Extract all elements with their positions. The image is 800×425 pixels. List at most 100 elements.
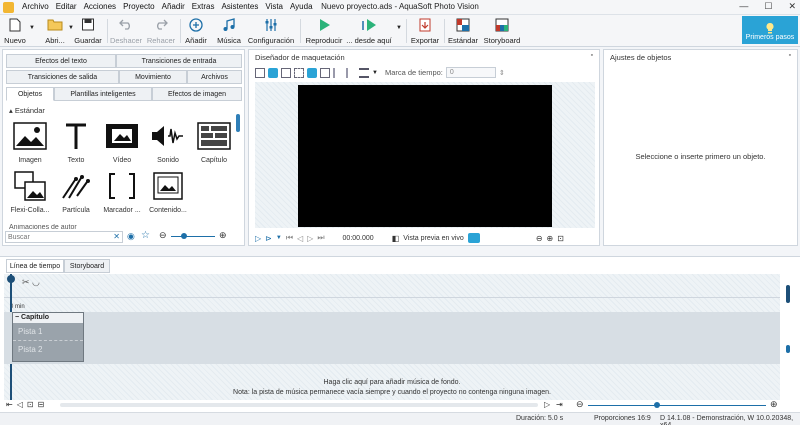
step-back-icon[interactable]: ◁ — [297, 234, 303, 243]
clear-search-icon[interactable]: ✕ — [113, 232, 120, 241]
size-slider[interactable] — [171, 236, 215, 237]
menu-extras[interactable]: Extras — [192, 2, 215, 11]
minimize-button[interactable]: — — [739, 1, 748, 12]
section-standard[interactable]: ▴ Estándar — [9, 106, 45, 115]
timeline-horizontal-scrollbar[interactable] — [60, 403, 538, 407]
timestamp-input[interactable]: 0 — [445, 67, 496, 78]
redo-button[interactable]: Rehacer — [146, 17, 176, 45]
fit-view-icon[interactable]: ⊡ — [557, 234, 564, 243]
panel-expand-icon[interactable]: ▫ — [591, 52, 593, 59]
play-dropdown-icon[interactable]: ▼ — [276, 235, 282, 241]
new-button[interactable]: Nuevo — [4, 17, 26, 45]
menu-proyecto[interactable]: Proyecto — [123, 2, 155, 11]
playhead-handle[interactable] — [7, 275, 15, 283]
tab-image-effects[interactable]: Efectos de imagen — [152, 87, 242, 101]
object-sound[interactable]: Sonido — [145, 119, 191, 169]
zoom-in-icon[interactable]: ⊕ — [547, 234, 554, 243]
settings-button[interactable]: Configuración — [246, 17, 296, 45]
zoom-in-icon[interactable]: ⊕ — [219, 230, 227, 241]
list-icon[interactable] — [359, 67, 369, 78]
crop-icon[interactable] — [255, 67, 265, 78]
play-from-here-icon[interactable]: ⊳ — [265, 234, 272, 243]
track-2[interactable]: Pista 2 — [13, 341, 83, 359]
step-forward-icon[interactable]: ▷ — [544, 400, 550, 409]
safe-area-icon[interactable] — [320, 67, 330, 78]
tab-objects[interactable]: Objetos — [6, 87, 54, 101]
object-flexi-collage[interactable]: Flexi-Colla... — [7, 169, 53, 219]
maximize-button[interactable]: ☐ — [764, 1, 772, 12]
step-back-icon[interactable]: ◁ — [17, 400, 23, 409]
object-image[interactable]: Imagen — [7, 119, 53, 169]
menu-editar[interactable]: Editar — [56, 2, 77, 11]
close-button[interactable]: ✕ — [788, 1, 796, 12]
snap-icon[interactable] — [307, 67, 317, 78]
list-dropdown-icon[interactable]: ▼ — [372, 70, 378, 76]
tab-text-effects[interactable]: Efectos del texto — [6, 54, 116, 68]
menu-acciones[interactable]: Acciones — [84, 2, 116, 11]
track-1[interactable]: Pista 1 — [13, 323, 83, 341]
object-particle[interactable]: Partícula — [53, 169, 99, 219]
tab-storyboard[interactable]: Storyboard — [64, 259, 110, 273]
preview-screen[interactable] — [298, 85, 552, 227]
zoom-out-icon[interactable]: ⊖ — [159, 230, 167, 241]
zoom-out-icon[interactable]: ⊖ — [536, 234, 543, 243]
live-preview-toggle[interactable] — [467, 233, 480, 243]
music-button[interactable]: Música — [216, 17, 242, 45]
object-content[interactable]: Contenido... — [145, 169, 191, 219]
zoom-in-icon[interactable]: ⊕ — [770, 399, 778, 410]
skip-start-icon[interactable]: ⏮ — [286, 233, 293, 243]
object-video[interactable]: Vídeo — [99, 119, 145, 169]
size-slider-thumb[interactable] — [181, 233, 187, 239]
tab-exit-transitions[interactable]: Transiciones de salida — [6, 70, 119, 84]
getting-started-button[interactable]: Primeros pasos — [742, 16, 798, 44]
skip-end-icon[interactable]: ⏭ — [317, 233, 324, 243]
play-from-here-button[interactable]: ... desde aquí — [346, 17, 392, 45]
object-text[interactable]: Texto — [53, 119, 99, 169]
export-button[interactable]: Exportar — [410, 17, 440, 45]
timeline-zoom-thumb[interactable] — [654, 402, 660, 408]
open-button[interactable]: Abri... — [42, 17, 68, 45]
storyboard-view-button[interactable]: Storyboard — [482, 17, 522, 45]
scissors-icon[interactable]: ✂ ◡ — [22, 277, 40, 288]
timeline-zoom-slider[interactable] — [588, 405, 766, 406]
menu-ayuda[interactable]: Ayuda — [290, 2, 313, 11]
grid-icon[interactable] — [294, 67, 304, 78]
skip-start-icon[interactable]: ⇤ — [6, 400, 13, 409]
align-left-icon[interactable] — [333, 67, 343, 78]
zoom-out-icon[interactable]: ⊖ — [576, 399, 584, 410]
play-button[interactable]: Reproducir — [305, 17, 343, 45]
tab-entry-transitions[interactable]: Transiciones de entrada — [116, 54, 242, 68]
play-icon[interactable]: ▷ — [255, 234, 261, 243]
tab-timeline[interactable]: Línea de tiempo — [6, 259, 64, 273]
align-right-icon[interactable] — [346, 67, 356, 78]
frame-icon[interactable] — [281, 67, 291, 78]
step-forward-icon[interactable]: ▷ — [307, 234, 313, 243]
undo-button[interactable]: Deshacer — [110, 17, 142, 45]
star-icon[interactable]: ☆ — [141, 230, 150, 241]
add-button[interactable]: Añadir — [183, 17, 209, 45]
menu-anadir[interactable]: Añadir — [162, 2, 185, 11]
tab-smart-templates[interactable]: Plantillas inteligentes — [54, 87, 152, 101]
menu-asistentes[interactable]: Asistentes — [221, 2, 258, 11]
menu-vista[interactable]: Vista — [265, 2, 283, 11]
timestamp-stepper-icon[interactable]: ⇕ — [499, 69, 505, 77]
timeline-area[interactable]: ✂ ◡ 0 min − Capítulo Pista 1 Pista 2 Hag… — [4, 274, 780, 400]
track-height-slider[interactable] — [786, 345, 790, 353]
standard-view-button[interactable]: Estándar — [448, 17, 478, 45]
chapter-block[interactable]: − Capítulo Pista 1 Pista 2 — [12, 312, 84, 362]
select-tool-icon[interactable] — [268, 67, 278, 78]
menu-archivo[interactable]: Archivo — [22, 2, 49, 11]
section-author-animations[interactable]: Animaciones de autor — [9, 224, 77, 229]
new-dropdown-icon[interactable]: ▼ — [29, 25, 35, 31]
search-input[interactable] — [6, 232, 106, 243]
objects-scrollbar[interactable] — [236, 114, 240, 132]
object-placeholder[interactable]: Marcador ... — [99, 169, 145, 219]
tab-files[interactable]: Archivos — [187, 70, 242, 84]
app-icon[interactable] — [3, 2, 14, 13]
object-chapter[interactable]: Capítulo — [191, 119, 237, 169]
skip-end-icon[interactable]: ⇥ — [556, 400, 563, 409]
play-dropdown-icon[interactable]: ▼ — [396, 25, 402, 31]
zoom-fit-icon[interactable]: ⊟ — [38, 400, 45, 409]
fit-icon[interactable]: ⊡ — [27, 400, 34, 409]
tab-movement[interactable]: Movimiento — [119, 70, 187, 84]
